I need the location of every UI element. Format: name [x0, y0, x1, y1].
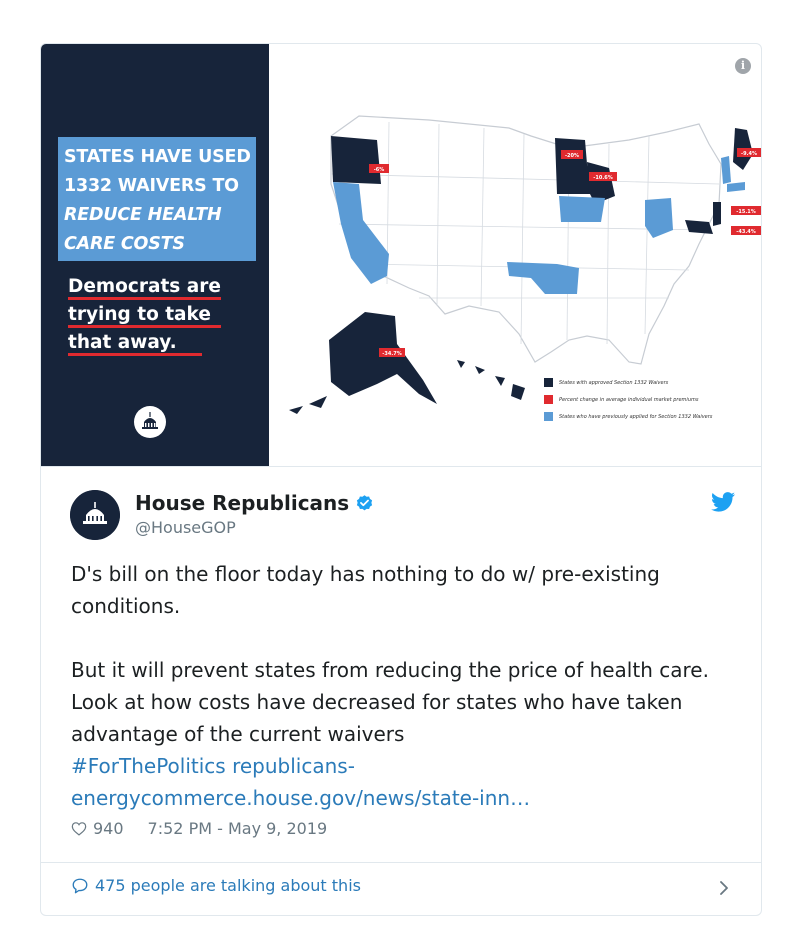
map-legend: States with approved Section 1332 Waiver…: [544, 374, 712, 425]
verified-badge-icon: [357, 494, 373, 510]
capitol-dome-logo-icon: [134, 406, 166, 438]
map-label-wisconsin: -10.6%: [593, 175, 612, 181]
tweet-media-image[interactable]: STATES HAVE USED 1332 WAIVERS TO REDUCE …: [41, 44, 761, 467]
state-alaska: [329, 312, 437, 404]
author-name-row[interactable]: House Republicans: [135, 491, 374, 515]
graphic-subheadline: Democrats are trying to take that away.: [68, 272, 221, 356]
chevron-right-icon[interactable]: [719, 880, 729, 896]
author-handle[interactable]: @HouseGOP: [135, 518, 236, 537]
conversation-count[interactable]: 475 people are talking about this: [95, 876, 361, 895]
subheadline-line: Democrats are: [68, 272, 221, 300]
state-massachusetts: [727, 182, 745, 192]
subheadline-line: that away.: [68, 328, 221, 356]
headline-line: 1332 WAIVERS TO: [64, 176, 239, 196]
info-icon[interactable]: i: [735, 58, 751, 74]
legend-item: Percent change in average individual mar…: [544, 391, 712, 408]
state-new-jersey: [713, 202, 721, 226]
graphic-headline: STATES HAVE USED 1332 WAIVERS TO REDUCE …: [58, 137, 256, 261]
legend-item: States with approved Section 1332 Waiver…: [544, 374, 712, 391]
graphic-left-panel: STATES HAVE USED 1332 WAIVERS TO REDUCE …: [41, 44, 269, 466]
map-label-new-jersey: -15.1%: [736, 209, 755, 215]
legend-item: States who have previously applied for S…: [544, 408, 712, 425]
tweet-meta: 940 7:52 PM - May 9, 2019: [71, 819, 327, 838]
avatar[interactable]: [70, 490, 120, 540]
map-label-alaska: -34.7%: [382, 351, 401, 357]
twitter-bird-icon[interactable]: [711, 492, 735, 512]
timestamp[interactable]: 7:52 PM - May 9, 2019: [148, 819, 328, 838]
conversation-link[interactable]: 475 people are talking about this: [71, 876, 361, 895]
embedded-tweet-card[interactable]: STATES HAVE USED 1332 WAIVERS TO REDUCE …: [40, 43, 762, 916]
like-count[interactable]: 940: [93, 819, 124, 838]
state-iowa: [559, 196, 605, 222]
reply-bubble-icon: [72, 878, 88, 893]
hashtag-link[interactable]: #ForThePolitics: [71, 754, 226, 778]
map-label-minnesota: -20%: [565, 153, 579, 159]
state-oregon: [331, 136, 381, 184]
state-hawaii: [457, 360, 525, 400]
state-new-hampshire: [721, 156, 731, 184]
heart-icon[interactable]: [71, 821, 87, 836]
subheadline-line: trying to take: [68, 300, 221, 328]
state-maryland: [685, 220, 713, 234]
headline-line: REDUCE HEALTH: [64, 205, 222, 225]
headline-line: STATES HAVE USED: [64, 147, 251, 167]
tweet-paragraph: D's bill on the floor today has nothing …: [71, 562, 660, 618]
map-label-maryland: -43.4%: [736, 229, 755, 235]
map-label-maine: -9.4%: [741, 151, 757, 157]
author-name[interactable]: House Republicans: [135, 491, 349, 515]
headline-line: CARE COSTS: [64, 234, 185, 254]
divider: [41, 862, 761, 863]
tweet-text: D's bill on the floor today has nothing …: [71, 558, 741, 814]
map-label-oregon: -6%: [374, 167, 385, 173]
tweet-paragraph: But it will prevent states from reducing…: [71, 658, 709, 810]
